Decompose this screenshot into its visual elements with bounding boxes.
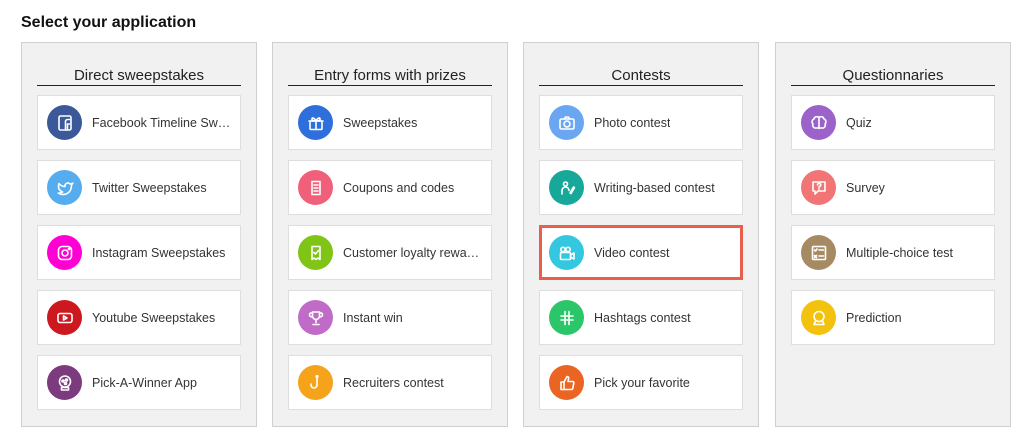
app-card-label: Instant win bbox=[343, 310, 403, 325]
app-card-label: Coupons and codes bbox=[343, 180, 455, 195]
crystal-ball-icon bbox=[801, 300, 836, 335]
app-card-label: Prediction bbox=[846, 310, 902, 325]
app-card-prediction[interactable]: Prediction bbox=[791, 290, 995, 345]
app-card-label: Photo contest bbox=[594, 115, 671, 130]
app-card-twitter-sweepstakes[interactable]: Twitter Sweepstakes bbox=[37, 160, 241, 215]
app-card-label: Twitter Sweepstakes bbox=[92, 180, 207, 195]
trophy-icon bbox=[298, 300, 333, 335]
app-card-customer-loyalty-rewards[interactable]: Customer loyalty rewards bbox=[288, 225, 492, 280]
app-card-photo-contest[interactable]: Photo contest bbox=[539, 95, 743, 150]
category-panel-questionnaries: Questionnaries Quiz Survey Multiple-choice … bbox=[775, 42, 1011, 427]
app-card-facebook-timeline-sweepstakes[interactable]: Facebook Timeline Sweepstakes bbox=[37, 95, 241, 150]
lottery-machine-icon bbox=[47, 365, 82, 400]
camera-icon bbox=[549, 105, 584, 140]
hook-icon bbox=[298, 365, 333, 400]
app-card-coupons-and-codes[interactable]: Coupons and codes bbox=[288, 160, 492, 215]
twitter-icon bbox=[47, 170, 82, 205]
category-panel-entry-forms-with-prizes: Entry forms with prizes Sweepstakes Coupon… bbox=[272, 42, 508, 427]
app-card-label: Quiz bbox=[846, 115, 872, 130]
app-card-recruiters-contest[interactable]: Recruiters contest bbox=[288, 355, 492, 410]
youtube-icon bbox=[47, 300, 82, 335]
app-card-label: Customer loyalty rewards bbox=[343, 245, 483, 260]
writer-icon bbox=[549, 170, 584, 205]
app-card-label: Multiple-choice test bbox=[846, 245, 953, 260]
app-card-instant-win[interactable]: Instant win bbox=[288, 290, 492, 345]
coupon-icon bbox=[298, 170, 333, 205]
app-card-label: Sweepstakes bbox=[343, 115, 418, 130]
app-card-multiple-choice-test[interactable]: Multiple-choice test bbox=[791, 225, 995, 280]
thumbs-up-icon bbox=[549, 365, 584, 400]
app-card-label: Video contest bbox=[594, 245, 670, 260]
app-card-hashtags-contest[interactable]: Hashtags contest bbox=[539, 290, 743, 345]
app-card-pick-your-favorite[interactable]: Pick your favorite bbox=[539, 355, 743, 410]
checklist-icon bbox=[801, 235, 836, 270]
app-card-instagram-sweepstakes[interactable]: Instagram Sweepstakes bbox=[37, 225, 241, 280]
app-card-label: Recruiters contest bbox=[343, 375, 444, 390]
app-card-label: Writing-based contest bbox=[594, 180, 715, 195]
app-card-label: Pick-A-Winner App bbox=[92, 375, 197, 390]
app-card-label: Instagram Sweepstakes bbox=[92, 245, 226, 260]
app-card-sweepstakes[interactable]: Sweepstakes bbox=[288, 95, 492, 150]
app-card-survey[interactable]: Survey bbox=[791, 160, 995, 215]
app-card-pick-a-winner-app[interactable]: Pick-A-Winner App bbox=[37, 355, 241, 410]
brain-icon bbox=[801, 105, 836, 140]
app-card-label: Youtube Sweepstakes bbox=[92, 310, 216, 325]
hashtag-icon bbox=[549, 300, 584, 335]
category-title: Direct sweepstakes bbox=[37, 67, 241, 86]
facebook-icon bbox=[47, 105, 82, 140]
app-card-youtube-sweepstakes[interactable]: Youtube Sweepstakes bbox=[37, 290, 241, 345]
category-title: Entry forms with prizes bbox=[288, 67, 492, 86]
app-card-label: Pick your favorite bbox=[594, 375, 690, 390]
gift-icon bbox=[298, 105, 333, 140]
app-card-video-contest[interactable]: Video contest bbox=[539, 225, 743, 280]
app-card-quiz[interactable]: Quiz bbox=[791, 95, 995, 150]
instagram-icon bbox=[47, 235, 82, 270]
page-title: Select your application bbox=[21, 14, 197, 31]
ticket-check-icon bbox=[298, 235, 333, 270]
category-panel-direct-sweepstakes: Direct sweepstakes Facebook Timeline Swee… bbox=[21, 42, 257, 427]
app-card-label: Facebook Timeline Sweepstakes bbox=[92, 115, 232, 130]
category-panel-contests: Contests Photo contest Writing-based conte… bbox=[523, 42, 759, 427]
app-card-label: Survey bbox=[846, 180, 885, 195]
question-bubble-icon bbox=[801, 170, 836, 205]
app-card-writing-based-contest[interactable]: Writing-based contest bbox=[539, 160, 743, 215]
category-title: Contests bbox=[539, 67, 743, 86]
category-title: Questionnaries bbox=[791, 67, 995, 86]
video-camera-icon bbox=[549, 235, 584, 270]
app-card-label: Hashtags contest bbox=[594, 310, 691, 325]
